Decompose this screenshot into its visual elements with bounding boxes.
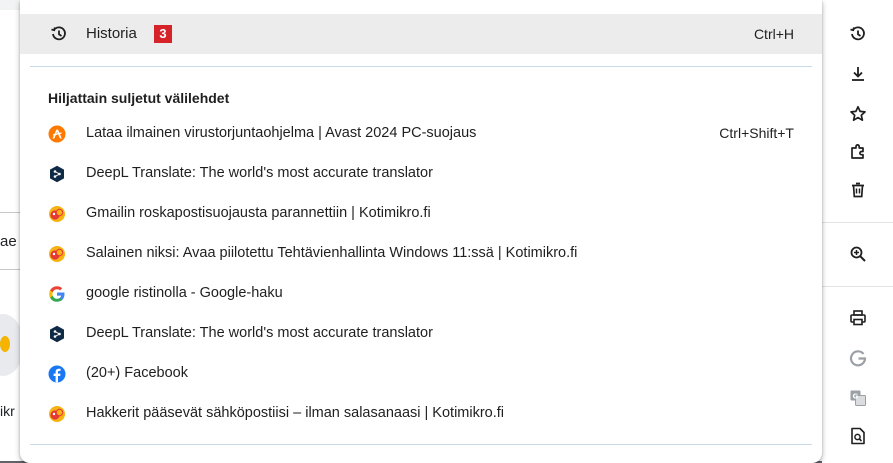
reopen-tab-shortcut: Ctrl+Shift+T: [719, 125, 794, 141]
step-badge: 3: [154, 25, 172, 43]
kotimikro-icon: [48, 405, 66, 423]
download-icon: [851, 67, 864, 81]
star-icon: [849, 105, 866, 122]
recently-closed-heading: Hiljattain suljetut välilehdet: [48, 90, 230, 106]
recent-tab-title: Hakkerit pääsevät sähköpostiisi – ilman …: [86, 405, 505, 421]
recent-tab-item[interactable]: Lataa ilmainen virustorjuntaohjelma | Av…: [20, 114, 822, 154]
main-menu-print[interactable]: [822, 300, 893, 336]
recent-tab-item[interactable]: Hakkerit pääsevät sähköpostiisi – ilman …: [20, 394, 822, 434]
translate-icon: G: [850, 390, 866, 406]
main-menu-delete-browsing-data[interactable]: [822, 172, 893, 208]
recent-tab-title: (20+) Facebook: [86, 365, 188, 381]
main-menu-downloads[interactable]: [822, 56, 893, 92]
browser-main-menu: G: [822, 0, 893, 463]
recent-tab-title: DeepL Translate: The world's most accura…: [86, 165, 433, 181]
google-icon: [48, 285, 66, 303]
print-icon: [849, 310, 866, 326]
history-submenu: Historia 3 Ctrl+H Hiljattain suljetut vä…: [20, 0, 822, 463]
kotimikro-icon: [48, 205, 66, 223]
recent-tab-item[interactable]: Salainen niksi: Avaa piilotettu Tehtävie…: [20, 234, 822, 274]
recent-tab-item[interactable]: google ristinolla - Google-haku: [20, 274, 822, 314]
recent-tab-title: google ristinolla - Google-haku: [86, 285, 283, 301]
google-lens-icon: [849, 350, 866, 367]
main-menu-translate[interactable]: G: [822, 380, 893, 416]
recent-tab-item[interactable]: Gmailin roskapostisuojausta parannettiin…: [20, 194, 822, 234]
main-menu-divider: [822, 286, 893, 287]
find-icon: [850, 427, 865, 445]
history-icon: [51, 26, 66, 41]
extensions-icon: [850, 144, 864, 159]
main-menu-divider: [822, 222, 893, 223]
background-label: ikr: [0, 403, 15, 419]
main-menu-zoom[interactable]: [822, 236, 893, 272]
background-input-text: ae: [0, 233, 17, 250]
deepl-icon: [48, 325, 66, 343]
zoom-icon: [850, 246, 866, 262]
facebook-icon: [48, 365, 66, 383]
main-menu-extensions[interactable]: [822, 134, 893, 170]
main-menu-history[interactable]: [822, 16, 893, 52]
svg-text:G: G: [852, 393, 858, 401]
recent-tab-item[interactable]: DeepL Translate: The world's most accura…: [20, 154, 822, 194]
recent-tab-title: Salainen niksi: Avaa piilotettu Tehtävie…: [86, 245, 578, 261]
menu-divider: [30, 444, 812, 445]
avast-icon: [48, 125, 66, 143]
recent-tab-title: DeepL Translate: The world's most accura…: [86, 325, 433, 341]
menu-divider: [30, 66, 812, 67]
history-menu-item[interactable]: Historia 3 Ctrl+H: [20, 14, 822, 54]
recent-tab-title: Gmailin roskapostisuojausta parannettiin…: [86, 205, 431, 221]
delete-icon: [851, 182, 864, 198]
recent-tab-item[interactable]: (20+) Facebook: [20, 354, 822, 394]
deepl-icon: [48, 165, 66, 183]
kotimikro-icon: [48, 245, 66, 263]
main-menu-google-lens[interactable]: [822, 340, 893, 376]
recent-tab-title: Lataa ilmainen virustorjuntaohjelma | Av…: [86, 125, 477, 141]
history-title: Historia: [86, 25, 137, 42]
recent-tab-item[interactable]: DeepL Translate: The world's most accura…: [20, 314, 822, 354]
history-shortcut: Ctrl+H: [753, 26, 794, 42]
main-menu-find[interactable]: [822, 418, 893, 454]
history-icon: [849, 26, 865, 41]
background-avatar-badge: [0, 336, 10, 352]
main-menu-bookmarks[interactable]: [822, 96, 893, 132]
